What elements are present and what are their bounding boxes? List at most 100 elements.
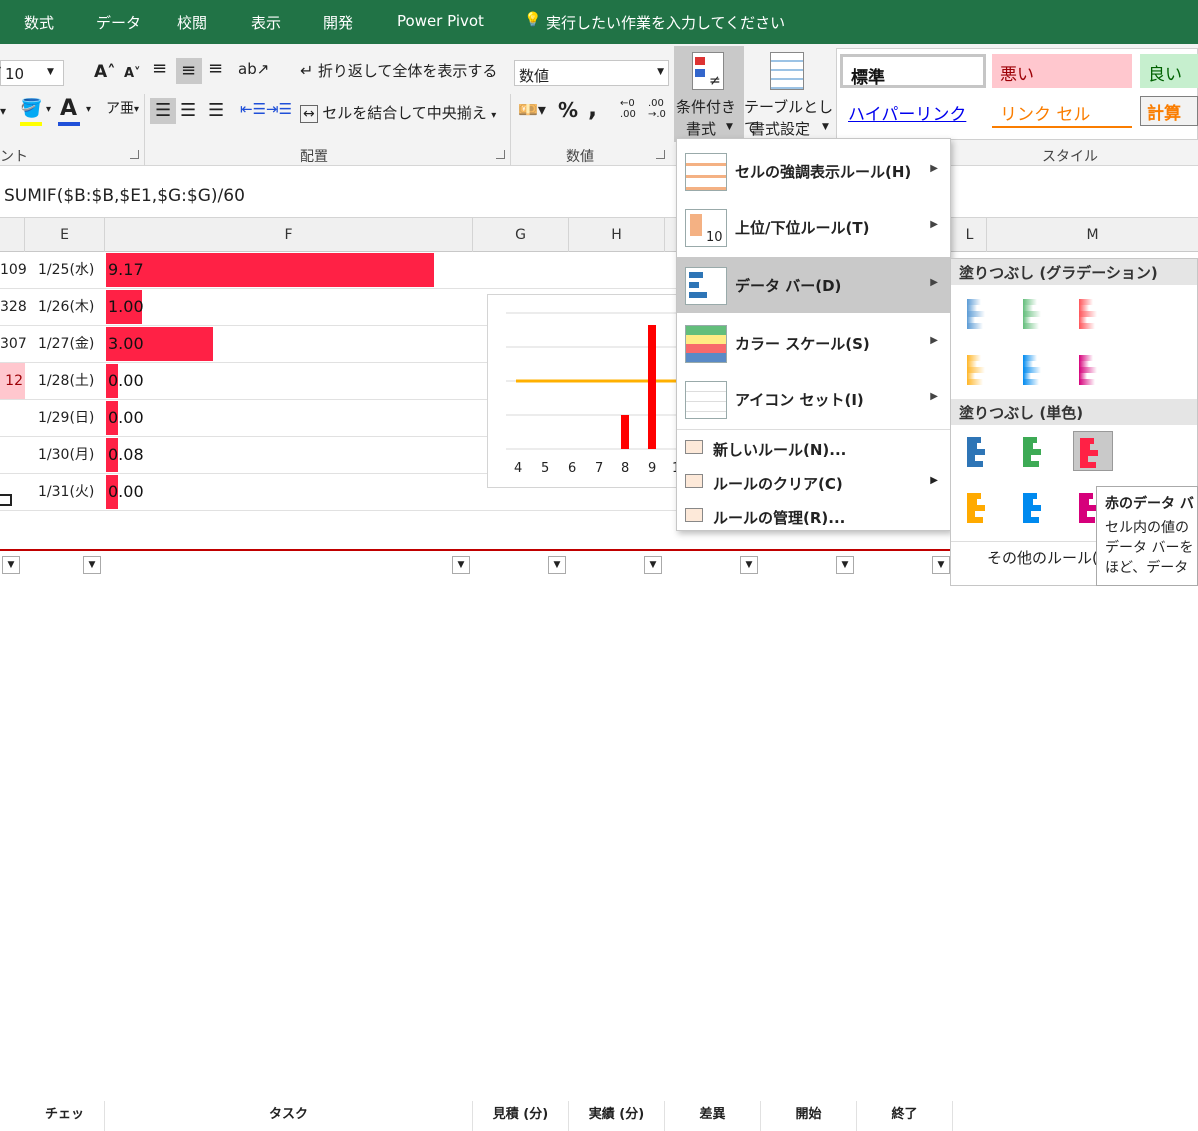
data-bar-option-solid[interactable] <box>961 487 1001 527</box>
style-normal[interactable]: 標準 <box>840 54 986 88</box>
increase-decimal-icon[interactable]: ←0.00 <box>620 98 636 120</box>
data-bar-option-solid[interactable] <box>1073 431 1113 471</box>
data-bar-option-solid[interactable] <box>961 431 1001 471</box>
number-format-select[interactable]: 数値 ▼ <box>514 60 669 86</box>
col-header-e[interactable]: E <box>25 218 105 252</box>
menu-item-new-rule[interactable]: 新しいルール(N)... <box>677 431 950 465</box>
merge-center-button[interactable]: ↔ セルを結合して中央揃え ▾ <box>300 102 496 123</box>
cell-d[interactable]: 109 <box>0 252 27 288</box>
data-bar-option-solid[interactable] <box>1017 487 1057 527</box>
other-rules-item[interactable]: その他のルール( <box>987 547 1098 568</box>
menu-item-top-bottom[interactable]: 10 上位/下位ルール(T) ▶ <box>677 199 950 255</box>
style-bad[interactable]: 悪い <box>992 54 1132 88</box>
formula-bar[interactable]: SUMIF($B:$B,$E1,$G:$G)/60 <box>0 166 1198 218</box>
tab-formulas[interactable]: 数式 <box>24 12 54 33</box>
wrap-text-button[interactable]: ↵ 折り返して全体を表示する <box>300 60 497 81</box>
data-bar-option-gradient[interactable] <box>961 349 1001 389</box>
cell-value[interactable]: 0.00 <box>108 474 144 510</box>
format-as-table-button[interactable]: テーブルとして 書式設定 ▼ <box>744 46 836 142</box>
chart[interactable]: 4 5 6 7 8 9 1 <box>487 294 688 488</box>
font-size-select[interactable]: 10 ▼ <box>0 60 64 86</box>
col-header-g[interactable]: G <box>473 218 569 252</box>
fill-color-icon[interactable]: 🪣 <box>20 98 42 119</box>
data-bar-option-gradient[interactable] <box>1017 349 1057 389</box>
filter-dropdown-button[interactable]: ▼ <box>932 556 950 574</box>
dialog-launcher-icon[interactable] <box>496 150 505 159</box>
font-color-icon[interactable]: A <box>60 96 77 121</box>
conditional-formatting-button[interactable]: ≠ 条件付き 書式 ▼ <box>674 46 744 142</box>
cell-date[interactable]: 1/31(火) <box>38 474 105 510</box>
col-header-l[interactable]: L <box>953 218 987 252</box>
cell-date[interactable]: 1/26(木) <box>38 289 105 325</box>
chevron-down-icon[interactable]: ▾ <box>46 104 51 115</box>
cell-d[interactable]: 307 <box>0 326 27 362</box>
cell-value[interactable]: 0.00 <box>108 363 144 399</box>
data-bar-option-gradient[interactable] <box>1073 349 1113 389</box>
tab-data[interactable]: データ <box>96 12 141 33</box>
decrease-decimal-icon[interactable]: .00 →.0 <box>648 98 666 120</box>
tab-power-pivot[interactable]: Power Pivot <box>397 12 484 30</box>
chevron-down-icon[interactable]: ▾ <box>86 104 91 115</box>
increase-indent-icon[interactable]: ⇥☰ <box>266 100 292 118</box>
align-center-icon[interactable]: ☰ <box>180 100 196 121</box>
orientation-icon[interactable]: ab↗ <box>238 60 269 78</box>
col-header-h[interactable]: H <box>569 218 665 252</box>
style-linked-cell[interactable]: リンク セル <box>992 94 1132 128</box>
border-dropdown-icon[interactable]: ▾ <box>0 104 6 118</box>
menu-item-manage-rules[interactable]: ルールの管理(R)... <box>677 499 950 533</box>
cell-date[interactable]: 1/25(水) <box>38 252 105 288</box>
menu-item-color-scales[interactable]: カラー スケール(S) ▶ <box>677 315 950 371</box>
filter-dropdown-button[interactable]: ▼ <box>740 556 758 574</box>
checkbox-icon[interactable] <box>0 494 12 506</box>
menu-item-icon-sets[interactable]: アイコン セット(I) ▶ <box>677 371 950 427</box>
style-calculation[interactable]: 計算 <box>1140 96 1198 126</box>
tell-me-box[interactable]: 実行したい作業を入力してください <box>546 12 785 33</box>
comma-button[interactable]: , <box>588 94 597 122</box>
formula-text[interactable]: SUMIF($B:$B,$E1,$G:$G)/60 <box>4 186 245 206</box>
cell-d[interactable]: 12 <box>0 363 25 399</box>
chevron-down-icon[interactable]: ▾ <box>134 104 139 115</box>
filter-dropdown-button[interactable]: ▼ <box>644 556 662 574</box>
chevron-down-icon[interactable]: ▾ <box>0 64 1 75</box>
tab-review[interactable]: 校閲 <box>177 12 207 33</box>
align-bottom-icon[interactable]: ≡ <box>208 58 223 79</box>
filter-dropdown-button[interactable]: ▼ <box>83 556 101 574</box>
filter-dropdown-button[interactable]: ▼ <box>2 556 20 574</box>
align-right-icon[interactable]: ☰ <box>208 100 224 121</box>
col-header-f[interactable]: F <box>105 218 473 252</box>
filter-dropdown-button[interactable]: ▼ <box>548 556 566 574</box>
currency-icon[interactable]: 💴▾ <box>518 100 546 119</box>
align-middle-button[interactable]: ≡ <box>176 58 202 84</box>
cell-value[interactable]: 0.08 <box>108 437 144 473</box>
col-header-m[interactable]: M <box>987 218 1198 252</box>
percent-button[interactable]: % <box>558 98 578 122</box>
cell-date[interactable]: 1/29(日) <box>38 400 105 436</box>
style-hyperlink[interactable]: ハイパーリンク <box>840 94 986 128</box>
cell-date[interactable]: 1/30(月) <box>38 437 105 473</box>
decrease-indent-icon[interactable]: ⇤☰ <box>240 100 266 118</box>
increase-font-icon[interactable]: A˄ <box>94 62 116 82</box>
cell-d[interactable]: 328 <box>0 289 27 325</box>
menu-item-highlight-rules[interactable]: セルの強調表示ルール(H) ▶ <box>677 143 950 199</box>
align-left-button[interactable]: ☰ <box>150 98 176 124</box>
cell-value[interactable]: 0.00 <box>108 400 144 436</box>
phonetic-icon[interactable]: ア亜 <box>106 98 134 118</box>
cell-value[interactable]: 1.00 <box>108 289 144 325</box>
dialog-launcher-icon[interactable] <box>130 150 139 159</box>
cell-date[interactable]: 1/27(金) <box>38 326 105 362</box>
cell-date[interactable]: 1/28(土) <box>38 363 105 399</box>
tab-view[interactable]: 表示 <box>251 12 281 33</box>
align-top-icon[interactable]: ≡ <box>152 58 167 79</box>
filter-dropdown-button[interactable]: ▼ <box>452 556 470 574</box>
data-bar-option-solid[interactable] <box>1017 431 1057 471</box>
menu-item-clear-rules[interactable]: ルールのクリア(C) ▶ <box>677 465 950 499</box>
cell-value[interactable]: 3.00 <box>108 326 144 362</box>
data-bar-option-gradient[interactable] <box>961 293 1001 333</box>
menu-item-data-bars[interactable]: データ バー(D) ▶ <box>677 257 950 313</box>
tab-developer[interactable]: 開発 <box>323 12 353 33</box>
cell-value[interactable]: 9.17 <box>108 252 144 288</box>
style-good[interactable]: 良い <box>1140 54 1198 88</box>
data-bar-option-gradient[interactable] <box>1017 293 1057 333</box>
data-bar-option-gradient[interactable] <box>1073 293 1113 333</box>
filter-dropdown-button[interactable]: ▼ <box>836 556 854 574</box>
